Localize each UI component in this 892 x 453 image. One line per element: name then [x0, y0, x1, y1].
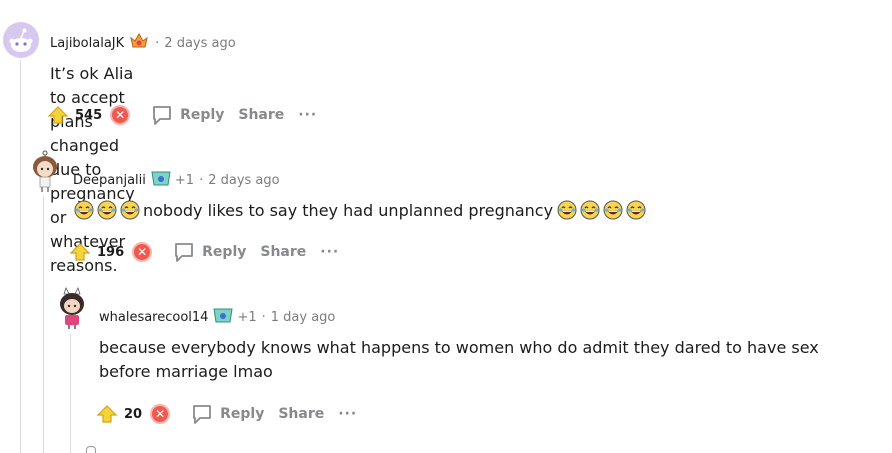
downvote-icon[interactable]: ✕	[132, 242, 153, 262]
laughing-tears-emoji-icon	[557, 200, 577, 220]
comment-header: Deepanjalii +1 · 2 days ago	[73, 169, 280, 191]
laughing-tears-emoji-icon	[74, 200, 94, 220]
reply-label: Reply	[220, 406, 265, 422]
comment-text: nobody likes to say they had unplanned p…	[143, 201, 554, 220]
snoo-avatar-icon	[3, 22, 39, 58]
upvote-icon[interactable]	[96, 404, 118, 424]
more-options-button[interactable]: ···	[338, 406, 357, 422]
username[interactable]: whalesarecool14	[99, 310, 208, 325]
comment-bubble-icon	[172, 240, 196, 264]
user-avatar-icon	[33, 150, 57, 192]
comment-actions: 545 ✕ Reply Share ···	[47, 101, 317, 129]
reply-button[interactable]: Reply	[190, 402, 264, 426]
share-button[interactable]: Share	[278, 406, 324, 422]
emoji-group	[557, 200, 649, 220]
separator: ·	[155, 35, 160, 51]
next-comment-avatar-partial[interactable]	[86, 446, 96, 453]
comment-text-line: before marriage lmao	[99, 362, 273, 381]
more-options-button[interactable]: ···	[320, 244, 339, 260]
award-icon[interactable]	[128, 32, 150, 54]
comment-body: nobody likes to say they had unplanned p…	[74, 199, 649, 223]
flair-icon[interactable]	[150, 169, 172, 191]
avatar[interactable]	[29, 150, 61, 198]
comment-bubble-icon	[190, 402, 214, 426]
timestamp[interactable]: 2 days ago	[164, 36, 235, 51]
share-button[interactable]: Share	[260, 244, 306, 260]
user-avatar-icon	[60, 286, 84, 329]
timestamp[interactable]: 1 day ago	[271, 310, 336, 325]
comment-text-line: because everybody knows what happens to …	[99, 338, 819, 357]
emoji-group	[74, 200, 143, 220]
reply-label: Reply	[202, 244, 247, 260]
comment-actions: 20 ✕ Reply Share ···	[96, 400, 357, 428]
laughing-tears-emoji-icon	[626, 200, 646, 220]
avatar[interactable]	[56, 286, 88, 334]
laughing-tears-emoji-icon	[603, 200, 623, 220]
separator: ·	[261, 309, 266, 325]
thread-line-level-3[interactable]	[70, 334, 71, 453]
upvote-icon[interactable]	[47, 105, 69, 125]
more-options-button[interactable]: ···	[298, 107, 317, 123]
upvote-icon[interactable]	[69, 242, 91, 262]
laughing-tears-emoji-icon	[97, 200, 117, 220]
thread-line-level-1[interactable]	[20, 60, 21, 453]
vote-score: 20	[124, 406, 143, 422]
laughing-tears-emoji-icon	[120, 200, 140, 220]
flair-count: +1	[237, 309, 257, 325]
avatar[interactable]	[3, 22, 39, 62]
comment-header: whalesarecool14 +1 · 1 day ago	[99, 306, 335, 328]
laughing-tears-emoji-icon	[580, 200, 600, 220]
comment-body: because everybody knows what happens to …	[99, 336, 879, 384]
username[interactable]: Deepanjalii	[73, 173, 146, 188]
share-button[interactable]: Share	[238, 107, 284, 123]
reply-button[interactable]: Reply	[172, 240, 246, 264]
flair-icon[interactable]	[212, 306, 234, 328]
downvote-icon[interactable]: ✕	[110, 105, 131, 125]
comment-bubble-icon	[150, 103, 174, 127]
reply-label: Reply	[180, 107, 225, 123]
separator: ·	[199, 172, 204, 188]
vote-score: 196	[97, 244, 125, 260]
username[interactable]: LajibolalaJK	[50, 36, 124, 51]
timestamp[interactable]: 2 days ago	[208, 173, 279, 188]
comment-header: LajibolalaJK · 2 days ago	[50, 32, 236, 54]
thread-line-level-2[interactable]	[43, 196, 44, 453]
flair-count: +1	[174, 172, 195, 188]
reply-button[interactable]: Reply	[150, 103, 224, 127]
comment-actions: 196 ✕ Reply Share ···	[69, 238, 339, 266]
downvote-icon[interactable]: ✕	[150, 404, 171, 424]
vote-score: 545	[75, 107, 103, 123]
